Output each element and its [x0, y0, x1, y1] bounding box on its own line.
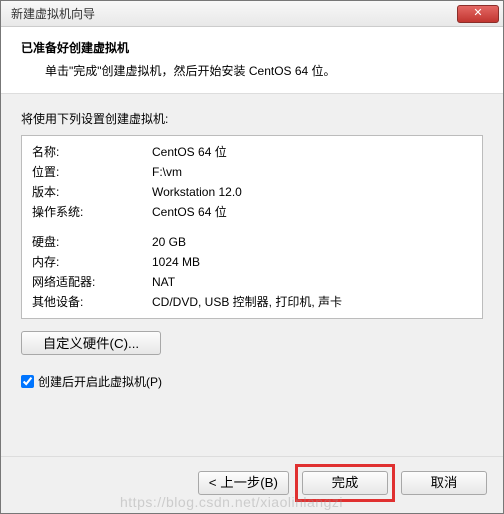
power-on-checkbox-row[interactable]: 创建后开启此虚拟机(P)	[21, 373, 483, 390]
table-row: 硬盘: 20 GB	[32, 232, 472, 252]
table-row: 网络适配器: NAT	[32, 272, 472, 292]
window-title: 新建虚拟机向导	[11, 5, 457, 22]
table-row: 操作系统: CentOS 64 位	[32, 202, 472, 222]
titlebar: 新建虚拟机向导 ✕	[1, 1, 503, 27]
close-button[interactable]: ✕	[457, 5, 499, 23]
row-label: 操作系统:	[32, 202, 152, 222]
power-on-checkbox[interactable]	[21, 375, 34, 388]
table-row: 内存: 1024 MB	[32, 252, 472, 272]
finish-highlight: 完成	[295, 464, 395, 502]
header-subtitle: 单击"完成"创建虚拟机，然后开始安装 CentOS 64 位。	[21, 62, 483, 79]
row-value: 20 GB	[152, 232, 472, 252]
wizard-footer: < 上一步(B) 完成 取消	[1, 456, 503, 513]
row-value: CentOS 64 位	[152, 202, 472, 222]
wizard-header: 已准备好创建虚拟机 单击"完成"创建虚拟机，然后开始安装 CentOS 64 位…	[1, 27, 503, 94]
table-row: 位置: F:\vm	[32, 162, 472, 182]
row-value: CentOS 64 位	[152, 142, 472, 162]
table-row: 其他设备: CD/DVD, USB 控制器, 打印机, 声卡	[32, 292, 472, 312]
header-title: 已准备好创建虚拟机	[21, 39, 483, 56]
new-vm-wizard-dialog: 新建虚拟机向导 ✕ 已准备好创建虚拟机 单击"完成"创建虚拟机，然后开始安装 C…	[0, 0, 504, 514]
row-label: 其他设备:	[32, 292, 152, 312]
row-value: F:\vm	[152, 162, 472, 182]
row-label: 硬盘:	[32, 232, 152, 252]
table-row: 版本: Workstation 12.0	[32, 182, 472, 202]
close-icon: ✕	[473, 7, 482, 19]
row-label: 内存:	[32, 252, 152, 272]
row-label: 网络适配器:	[32, 272, 152, 292]
row-label: 位置:	[32, 162, 152, 182]
cancel-button[interactable]: 取消	[401, 471, 487, 495]
settings-label: 将使用下列设置创建虚拟机:	[21, 110, 483, 127]
row-value: Workstation 12.0	[152, 182, 472, 202]
finish-button[interactable]: 完成	[302, 471, 388, 495]
settings-summary: 名称: CentOS 64 位 位置: F:\vm 版本: Workstatio…	[21, 135, 483, 319]
separator	[32, 222, 472, 232]
row-label: 名称:	[32, 142, 152, 162]
customize-hardware-button[interactable]: 自定义硬件(C)...	[21, 331, 161, 355]
wizard-body: 将使用下列设置创建虚拟机: 名称: CentOS 64 位 位置: F:\vm …	[1, 94, 503, 456]
row-value: 1024 MB	[152, 252, 472, 272]
back-button[interactable]: < 上一步(B)	[198, 471, 289, 495]
row-value: NAT	[152, 272, 472, 292]
row-label: 版本:	[32, 182, 152, 202]
table-row: 名称: CentOS 64 位	[32, 142, 472, 162]
row-value: CD/DVD, USB 控制器, 打印机, 声卡	[152, 292, 472, 312]
power-on-label: 创建后开启此虚拟机(P)	[38, 373, 162, 390]
